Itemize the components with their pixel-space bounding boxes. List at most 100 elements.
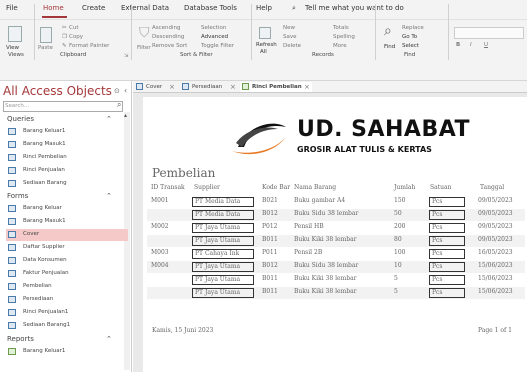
close-icon[interactable]: ×	[169, 83, 175, 91]
find-icon[interactable]: ⌕	[384, 23, 392, 39]
search-icon[interactable]: ⌕	[292, 4, 296, 13]
separator	[375, 4, 376, 60]
nav-item-query[interactable]: Barang Keluar1	[6, 126, 128, 138]
nav-item-query[interactable]: Sediaan Barang	[6, 178, 128, 190]
nav-item-form[interactable]: Data Konsumen	[6, 255, 128, 267]
scroll-up-icon[interactable]: ▴	[124, 112, 127, 119]
nav-menu-chevron-icon[interactable]: ⊙	[114, 87, 120, 95]
find-button[interactable]: Find	[384, 44, 395, 50]
nav-item-form[interactable]: Pembelian	[6, 281, 128, 293]
menu-home[interactable]: Home	[43, 4, 64, 12]
menu-database-tools[interactable]: Database Tools	[184, 4, 237, 12]
nav-item-form[interactable]: Persediaan	[6, 294, 128, 306]
menu-external-data[interactable]: External Data	[121, 4, 169, 12]
cell-nama: Pensil 2B	[294, 249, 323, 256]
goto-button[interactable]: Go To	[402, 34, 417, 40]
remove-sort-button[interactable]: Remove Sort	[152, 43, 187, 49]
cut-icon[interactable]: ✂	[62, 25, 67, 31]
nav-section-reports[interactable]: Reports	[7, 335, 34, 343]
tab-rinci-pembelian[interactable]: Rinci Pembelian ×	[240, 82, 312, 92]
nav-item-form[interactable]: Daftar Supplier	[6, 242, 128, 254]
advanced-button[interactable]: Advanced	[201, 34, 228, 40]
select-button[interactable]: Select	[402, 43, 419, 49]
refresh-button[interactable]: Refresh	[256, 42, 277, 48]
nav-section-queries[interactable]: Queries	[7, 115, 34, 123]
search-icon[interactable]: ⌕	[117, 100, 121, 110]
copy-icon[interactable]: ❐	[62, 34, 67, 40]
nav-item-query[interactable]: Barang Masuk1	[6, 139, 128, 151]
underline-button[interactable]: U	[484, 42, 488, 48]
spelling-button[interactable]: Spelling	[333, 34, 355, 40]
form-icon	[182, 83, 189, 90]
format-painter-button[interactable]: Format Painter	[69, 43, 109, 49]
cell-nama: Buku gambar A4	[294, 197, 346, 204]
close-icon[interactable]: ×	[230, 83, 236, 91]
menu-help[interactable]: Help	[256, 4, 272, 12]
copy-button[interactable]: Copy	[69, 34, 83, 40]
new-record-button[interactable]: New	[283, 25, 295, 31]
more-button[interactable]: More	[333, 43, 347, 49]
query-icon	[8, 180, 16, 187]
nav-section-forms[interactable]: Forms	[7, 192, 28, 200]
delete-record-button[interactable]: Delete	[283, 43, 301, 49]
cell-supplier: PT Media Data	[192, 210, 254, 220]
filter-icon[interactable]: ⛉	[139, 25, 150, 41]
descending-button[interactable]: Descending	[152, 34, 184, 40]
toggle-filter-button[interactable]: Toggle Filter	[201, 43, 234, 49]
cell-tanggal: 15/06/2023	[478, 288, 513, 295]
italic-button[interactable]: I	[470, 42, 472, 48]
cell-tanggal: 09/05/2023	[478, 236, 513, 243]
form-icon	[8, 283, 16, 290]
cell-supplier: PT Jaya Utama	[192, 223, 254, 233]
collapse-icon[interactable]: ⌃	[106, 115, 112, 123]
cell-kode: B021	[262, 197, 278, 204]
format-painter-icon[interactable]: ✎	[62, 43, 67, 49]
view-button[interactable]: View	[6, 45, 19, 51]
tell-me-box[interactable]: Tell me what you want to do	[305, 4, 404, 12]
nav-item-form[interactable]: Rinci Penjualan1	[6, 307, 128, 319]
refresh-all-dropdown[interactable]: All	[260, 49, 267, 55]
report-icon	[242, 83, 249, 90]
replace-button[interactable]: Replace	[402, 25, 424, 31]
nav-item-form-selected[interactable]: Cover	[6, 229, 128, 241]
tab-cover[interactable]: Cover ×	[134, 82, 176, 92]
cell-nama: Buku Sidu 38 lembar	[294, 262, 359, 269]
paste-button[interactable]: Paste	[38, 45, 53, 51]
nav-item-query[interactable]: Rinci Penjualan	[6, 165, 128, 177]
footer-page-number: Page 1 of 1	[478, 327, 512, 334]
cell-nama: Buku Kiki 38 lembar	[294, 236, 357, 243]
logo-subtitle: GROSIR ALAT TULIS & KERTAS	[297, 145, 432, 154]
close-icon[interactable]: ×	[304, 83, 310, 91]
paste-icon[interactable]	[40, 27, 52, 43]
cell-id: M003	[151, 249, 169, 256]
datasheet-view-icon[interactable]	[8, 26, 22, 42]
nav-item-form[interactable]: Barang Keluar	[6, 203, 128, 215]
nav-item-form[interactable]: Barang Masuk1	[6, 216, 128, 228]
bold-button[interactable]: B	[456, 42, 460, 48]
cell-jumlah: 5	[394, 288, 398, 295]
font-name-box[interactable]	[454, 27, 524, 39]
shutter-bar-icon[interactable]: ‹	[124, 86, 127, 95]
nav-item-form[interactable]: Sediaan Barang1	[6, 320, 128, 332]
menu-file[interactable]: File	[6, 4, 18, 12]
menu-create[interactable]: Create	[82, 4, 105, 12]
nav-item-report[interactable]: Barang Keluar1	[6, 346, 128, 358]
tab-persediaan[interactable]: Persediaan ×	[180, 82, 238, 92]
nav-pane-title[interactable]: All Access Objects	[3, 84, 112, 98]
cell-satuan: Pcs	[429, 275, 465, 285]
collapse-icon[interactable]: ⌃	[106, 335, 112, 343]
refresh-icon[interactable]	[259, 27, 271, 39]
save-record-button[interactable]: Save	[283, 34, 297, 40]
filter-button[interactable]: Filter	[137, 45, 151, 51]
totals-button[interactable]: Totals	[333, 25, 349, 31]
ascending-button[interactable]: Ascending	[152, 25, 181, 31]
selection-button[interactable]: Selection	[201, 25, 226, 31]
collapse-icon[interactable]: ⌃	[106, 192, 112, 200]
dialog-launcher-icon[interactable]: ⇲	[124, 53, 128, 59]
nav-item-query[interactable]: Rinci Pembelian	[6, 152, 128, 164]
nav-item-form[interactable]: Faktur Penjualan	[6, 268, 128, 280]
cell-supplier: PT Jaya Utama	[192, 275, 254, 285]
cut-button[interactable]: Cut	[69, 25, 78, 31]
separator	[34, 4, 35, 60]
col-header-tanggal: Tanggal	[480, 184, 505, 191]
